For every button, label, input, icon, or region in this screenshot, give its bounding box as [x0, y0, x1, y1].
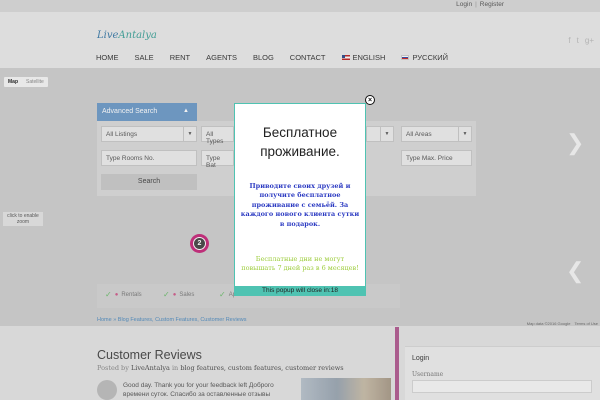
promo-popup: Бесплатное проживание. Приводите своих д…: [234, 103, 366, 296]
popup-main-text: Приводите своих друзей и получите беспла…: [240, 182, 360, 228]
popup-note-text: Бесплатные дни не могут повышать 7 дней …: [241, 255, 359, 273]
countdown-label: This popup will close in:: [262, 287, 331, 294]
countdown-value: 18: [330, 287, 338, 294]
popup-title: Бесплатное проживание.: [260, 125, 340, 159]
close-icon[interactable]: ×: [365, 95, 375, 105]
popup-countdown-bar: This popup will close in:18: [234, 286, 366, 296]
